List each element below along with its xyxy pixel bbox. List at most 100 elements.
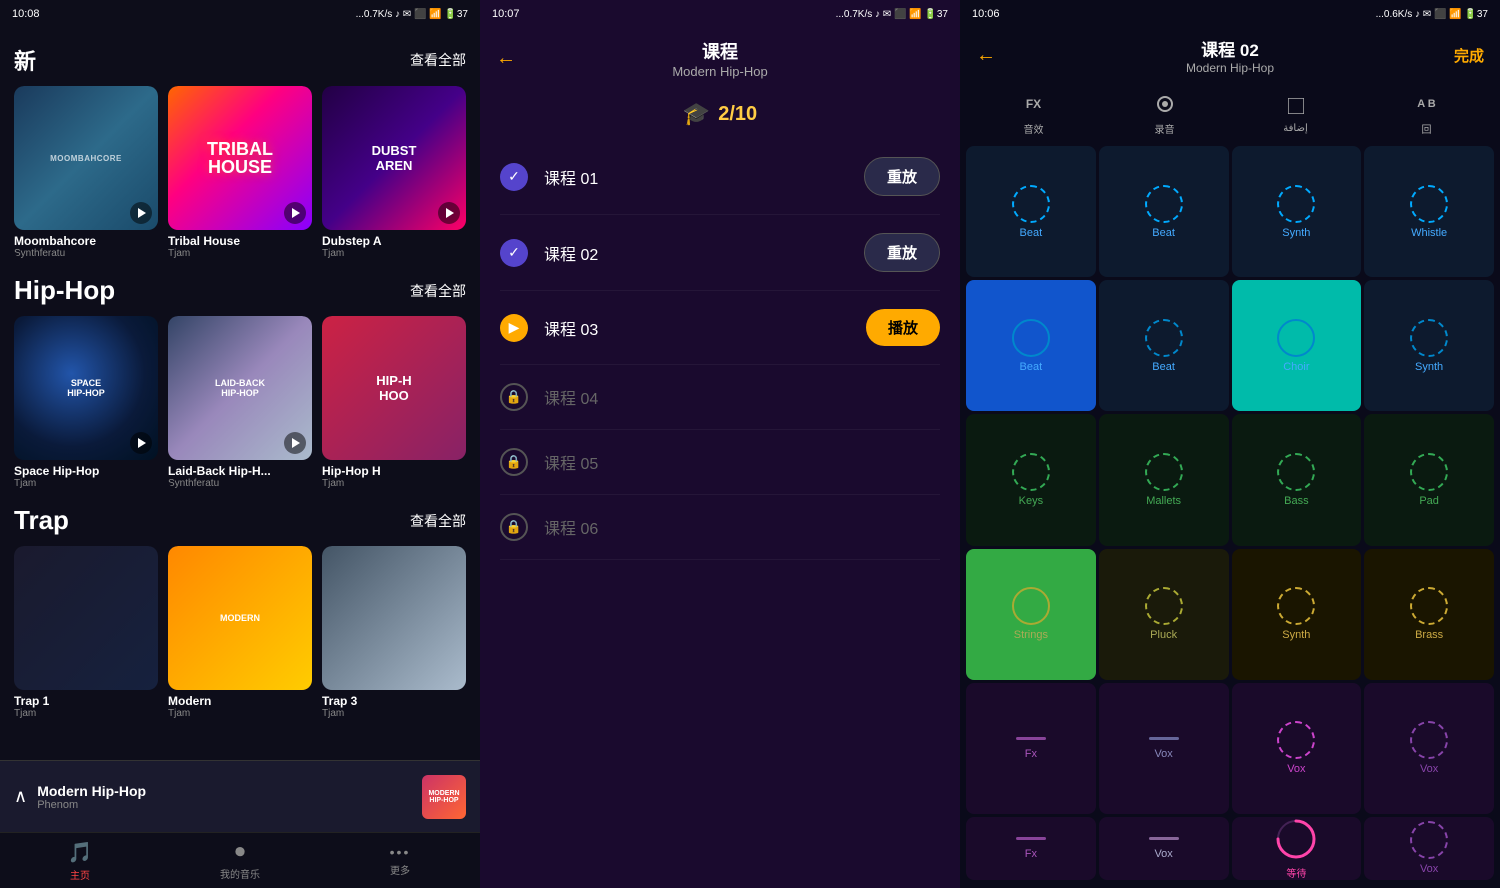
panel-pads: 10:06 ...0.6K/s ♪ ✉ ⬛ 📶 🔋37 ← 课程 02 Mode… bbox=[960, 0, 1500, 888]
card-hiphop-h[interactable]: HIP-HHOO Hip-Hop H Tjam bbox=[322, 316, 466, 489]
pad-mallets[interactable]: Mallets bbox=[1099, 414, 1229, 545]
fx-item-record[interactable]: 录音 bbox=[1101, 89, 1228, 136]
status-bar-1: 10:08 ...0.7K/s ♪ ✉ ⬛ 📶 🔋37 bbox=[0, 0, 480, 28]
player-thumb: MODERNHIP-HOP bbox=[422, 775, 466, 819]
pad-waiting[interactable]: 等待 bbox=[1232, 817, 1362, 880]
status-bar-2: 10:07 ...0.7K/s ♪ ✉ ⬛ 📶 🔋37 bbox=[480, 0, 960, 28]
waiting-label: 等待 bbox=[1286, 865, 1306, 880]
done-button[interactable]: 完成 bbox=[1454, 45, 1484, 66]
back-button-2[interactable]: ← bbox=[496, 47, 516, 70]
lesson-02-replay-btn[interactable]: 重放 bbox=[864, 233, 940, 272]
player-info: Modern Hip-Hop Phenom bbox=[37, 783, 412, 811]
pad-beat-r2c2[interactable]: Beat bbox=[1099, 280, 1229, 411]
pad-synth-r2c4[interactable]: Synth bbox=[1364, 280, 1494, 411]
pad-synth-r4c3[interactable]: Synth bbox=[1232, 549, 1362, 680]
pad-label: Choir bbox=[1283, 361, 1309, 373]
card-space-hiphop[interactable]: SPACEHIP-HOP Space Hip-Hop Tjam bbox=[14, 316, 158, 489]
see-all-hiphop[interactable]: 查看全部 bbox=[410, 281, 466, 301]
card-name-space: Space Hip-Hop bbox=[14, 464, 158, 478]
pad-label: Beat bbox=[1152, 361, 1175, 373]
pad-ring bbox=[1012, 453, 1050, 491]
lesson-04-name: 课程 04 bbox=[544, 385, 940, 409]
card-dubstep[interactable]: DUBSTAREN Dubstep A Tjam bbox=[322, 86, 466, 259]
lesson-item-01: ✓ 课程 01 重放 bbox=[500, 139, 940, 215]
pad-fx-r5c1[interactable]: Fx bbox=[966, 683, 1096, 814]
pad-brass[interactable]: Brass bbox=[1364, 549, 1494, 680]
pad-vox-r5c3[interactable]: Vox bbox=[1232, 683, 1362, 814]
nav-home[interactable]: 🎵 主页 bbox=[0, 840, 160, 882]
pad-beat-r1c2[interactable]: Beat bbox=[1099, 146, 1229, 277]
pad-synth-r1c3[interactable]: Synth bbox=[1232, 146, 1362, 277]
fx-item-ab[interactable]: A B 回 bbox=[1363, 89, 1490, 136]
home-icon: 🎵 bbox=[68, 840, 93, 865]
player-title: Modern Hip-Hop bbox=[37, 783, 412, 799]
pad-choir-r2c3-active[interactable]: Choir bbox=[1232, 280, 1362, 411]
nav-more-label: 更多 bbox=[390, 862, 410, 877]
pad-strings-active[interactable]: Strings bbox=[966, 549, 1096, 680]
card-moombahcore[interactable]: MOOMBAHCORE Moombahcore Synthferatu bbox=[14, 86, 158, 259]
card-trap3[interactable]: Trap 3 Tjam bbox=[322, 546, 466, 719]
pad-ring bbox=[1145, 453, 1183, 491]
pad-label: Mallets bbox=[1146, 495, 1181, 507]
card-img-trap3 bbox=[322, 546, 466, 690]
nav-my-music[interactable]: ⏺ 我的音乐 bbox=[160, 841, 320, 881]
card-author-moombahcore: Synthferatu bbox=[14, 248, 158, 259]
pad-label: Vox bbox=[1420, 863, 1438, 875]
pad-beat-r1c1[interactable]: Beat bbox=[966, 146, 1096, 277]
card-name-modern: Modern bbox=[168, 694, 312, 708]
card-author-trap3: Tjam bbox=[322, 708, 466, 719]
pad-vox-r6c4[interactable]: Vox bbox=[1364, 817, 1494, 880]
lesson-03-status: ▶ bbox=[500, 314, 528, 342]
play-btn-dubstep[interactable] bbox=[438, 202, 460, 224]
pad-label: Keys bbox=[1019, 495, 1043, 507]
card-tribal-house[interactable]: TRIBALHOUSE Tribal House Tjam bbox=[168, 86, 312, 259]
fx-item-add[interactable]: إضافة bbox=[1232, 91, 1359, 134]
pad-vox-r5c4[interactable]: Vox bbox=[1364, 683, 1494, 814]
lesson-05-status: 🔒 bbox=[500, 448, 528, 476]
player-bar[interactable]: ∧ Modern Hip-Hop Phenom MODERNHIP-HOP bbox=[0, 760, 480, 832]
pad-ring bbox=[1410, 721, 1448, 759]
status-bar-3: 10:06 ...0.6K/s ♪ ✉ ⬛ 📶 🔋37 bbox=[960, 0, 1500, 28]
pad-whistle-r1c4[interactable]: Whistle bbox=[1364, 146, 1494, 277]
card-img-tribal-house: TRIBALHOUSE bbox=[168, 86, 312, 230]
panel-new-music: 10:08 ...0.7K/s ♪ ✉ ⬛ 📶 🔋37 新 查看全部 MOOMB… bbox=[0, 0, 480, 888]
pad-pad[interactable]: Pad bbox=[1364, 414, 1494, 545]
play-btn-space[interactable] bbox=[130, 432, 152, 454]
play-btn-laidback[interactable] bbox=[284, 432, 306, 454]
play-btn-moombahcore[interactable] bbox=[130, 202, 152, 224]
pad-vox-r5c2[interactable]: Vox bbox=[1099, 683, 1229, 814]
ab-icon: A B bbox=[1409, 89, 1445, 119]
pad-label: Whistle bbox=[1411, 227, 1447, 239]
pad-fx-r6c1[interactable]: Fx bbox=[966, 817, 1096, 880]
pad-beat-r2c1-active[interactable]: Beat bbox=[966, 280, 1096, 411]
pad-ring bbox=[1012, 319, 1050, 357]
new-section-header: 新 查看全部 bbox=[14, 44, 466, 76]
back-button-3[interactable]: ← bbox=[976, 44, 996, 67]
nav-more[interactable]: ••• 更多 bbox=[320, 844, 480, 877]
lesson-01-replay-btn[interactable]: 重放 bbox=[864, 157, 940, 196]
card-name-trap3: Trap 3 bbox=[322, 694, 466, 708]
pad-keys[interactable]: Keys bbox=[966, 414, 1096, 545]
pad-pluck[interactable]: Pluck bbox=[1099, 549, 1229, 680]
card-modern[interactable]: MODERN Modern Tjam bbox=[168, 546, 312, 719]
lesson-04-status: 🔒 bbox=[500, 383, 528, 411]
card-laidback[interactable]: LAID-BACKHIP-HOP Laid-Back Hip-H... Synt… bbox=[168, 316, 312, 489]
card-name-hiphop-h: Hip-Hop H bbox=[322, 464, 466, 478]
panel1-scroll[interactable]: 新 查看全部 MOOMBAHCORE Moombahcore Synthfera… bbox=[0, 28, 480, 888]
lesson-03-play-btn[interactable]: 播放 bbox=[866, 309, 940, 346]
play-btn-tribal[interactable] bbox=[284, 202, 306, 224]
fx-item-effects[interactable]: FX 音效 bbox=[970, 89, 1097, 136]
card-img-laidback: LAID-BACKHIP-HOP bbox=[168, 316, 312, 460]
lesson-02-status: ✓ bbox=[500, 239, 528, 267]
pad-bass[interactable]: Bass bbox=[1232, 414, 1362, 545]
pad-label: Vox bbox=[1154, 848, 1172, 860]
hiphop-section-title: Hip-Hop bbox=[14, 275, 115, 306]
panel-lessons: 10:07 ...0.7K/s ♪ ✉ ⬛ 📶 🔋37 ← 课程 Modern … bbox=[480, 0, 960, 888]
pad-vox-r6c2[interactable]: Vox bbox=[1099, 817, 1229, 880]
expand-icon[interactable]: ∧ bbox=[14, 786, 27, 807]
card-trap1[interactable]: Trap 1 Tjam bbox=[14, 546, 158, 719]
pad-label: Pluck bbox=[1150, 629, 1177, 641]
fx-icon: FX bbox=[1016, 89, 1052, 119]
see-all-new[interactable]: 查看全部 bbox=[410, 50, 466, 70]
see-all-trap[interactable]: 查看全部 bbox=[410, 511, 466, 531]
